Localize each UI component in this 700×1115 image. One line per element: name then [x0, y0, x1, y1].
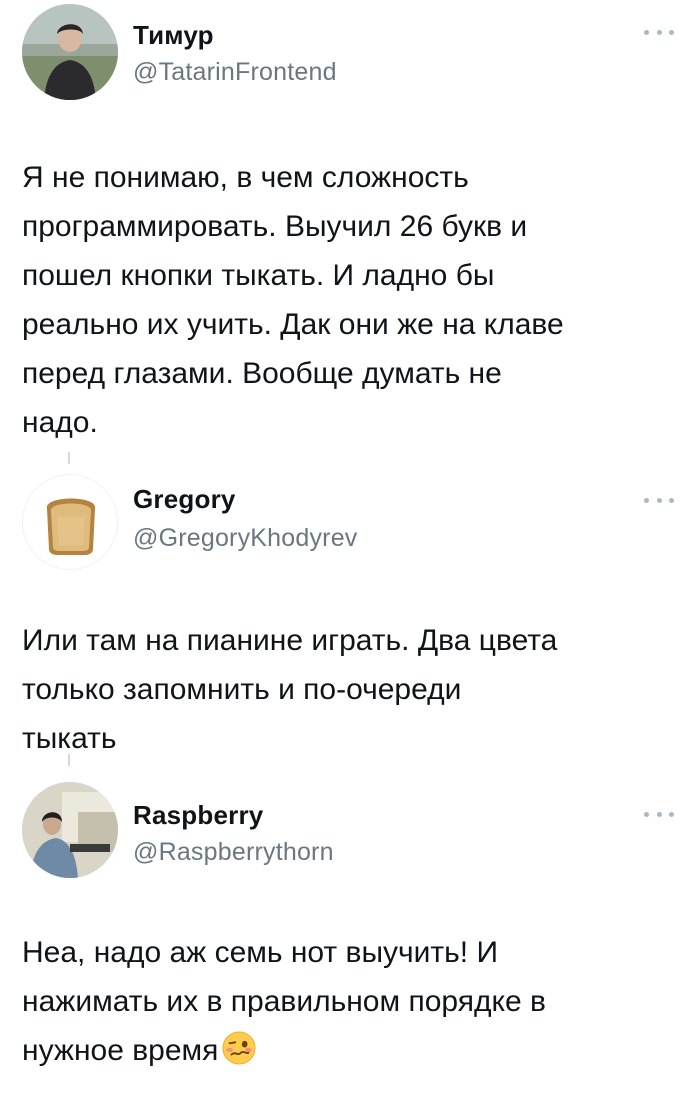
woozy-face-emoji-icon [222, 1031, 256, 1065]
more-options-icon[interactable] [644, 495, 674, 505]
toast-bread-avatar-icon [23, 475, 117, 569]
tweet-2[interactable]: Gregory @GregoryKhodyrev Или там на пиан… [0, 460, 700, 766]
tweet-text: Или там на пианине играть. Два цвета тол… [22, 624, 558, 755]
author-name[interactable]: Gregory [133, 484, 236, 515]
author-name[interactable]: Тимур [133, 20, 214, 51]
author-handle[interactable]: @Raspberrythorn [133, 838, 334, 867]
tweet-1[interactable]: Тимур @TatarinFrontend Я не понимаю, в ч… [0, 0, 700, 464]
painting-avatar-icon [22, 782, 118, 878]
author-handle[interactable]: @GregoryKhodyrev [133, 524, 358, 553]
author-name[interactable]: Raspberry [133, 800, 263, 831]
more-options-icon[interactable] [644, 27, 674, 37]
tweet-text: Я не понимаю, в чем сложность программир… [22, 161, 564, 439]
author-handle[interactable]: @TatarinFrontend [133, 58, 337, 87]
more-options-icon[interactable] [644, 809, 674, 819]
tweet-text-content: Неа, надо аж семь нот выучить! И нажимат… [22, 936, 546, 1067]
tweet-3[interactable]: Raspberry @Raspberrythorn Неа, надо аж с… [0, 760, 700, 1115]
avatar[interactable] [22, 4, 118, 100]
avatar[interactable] [22, 782, 118, 878]
avatar[interactable] [22, 474, 118, 570]
tweet-text: Неа, надо аж семь нот выучить! И нажимат… [22, 928, 682, 1075]
user-avatar-photo-icon [22, 4, 118, 100]
